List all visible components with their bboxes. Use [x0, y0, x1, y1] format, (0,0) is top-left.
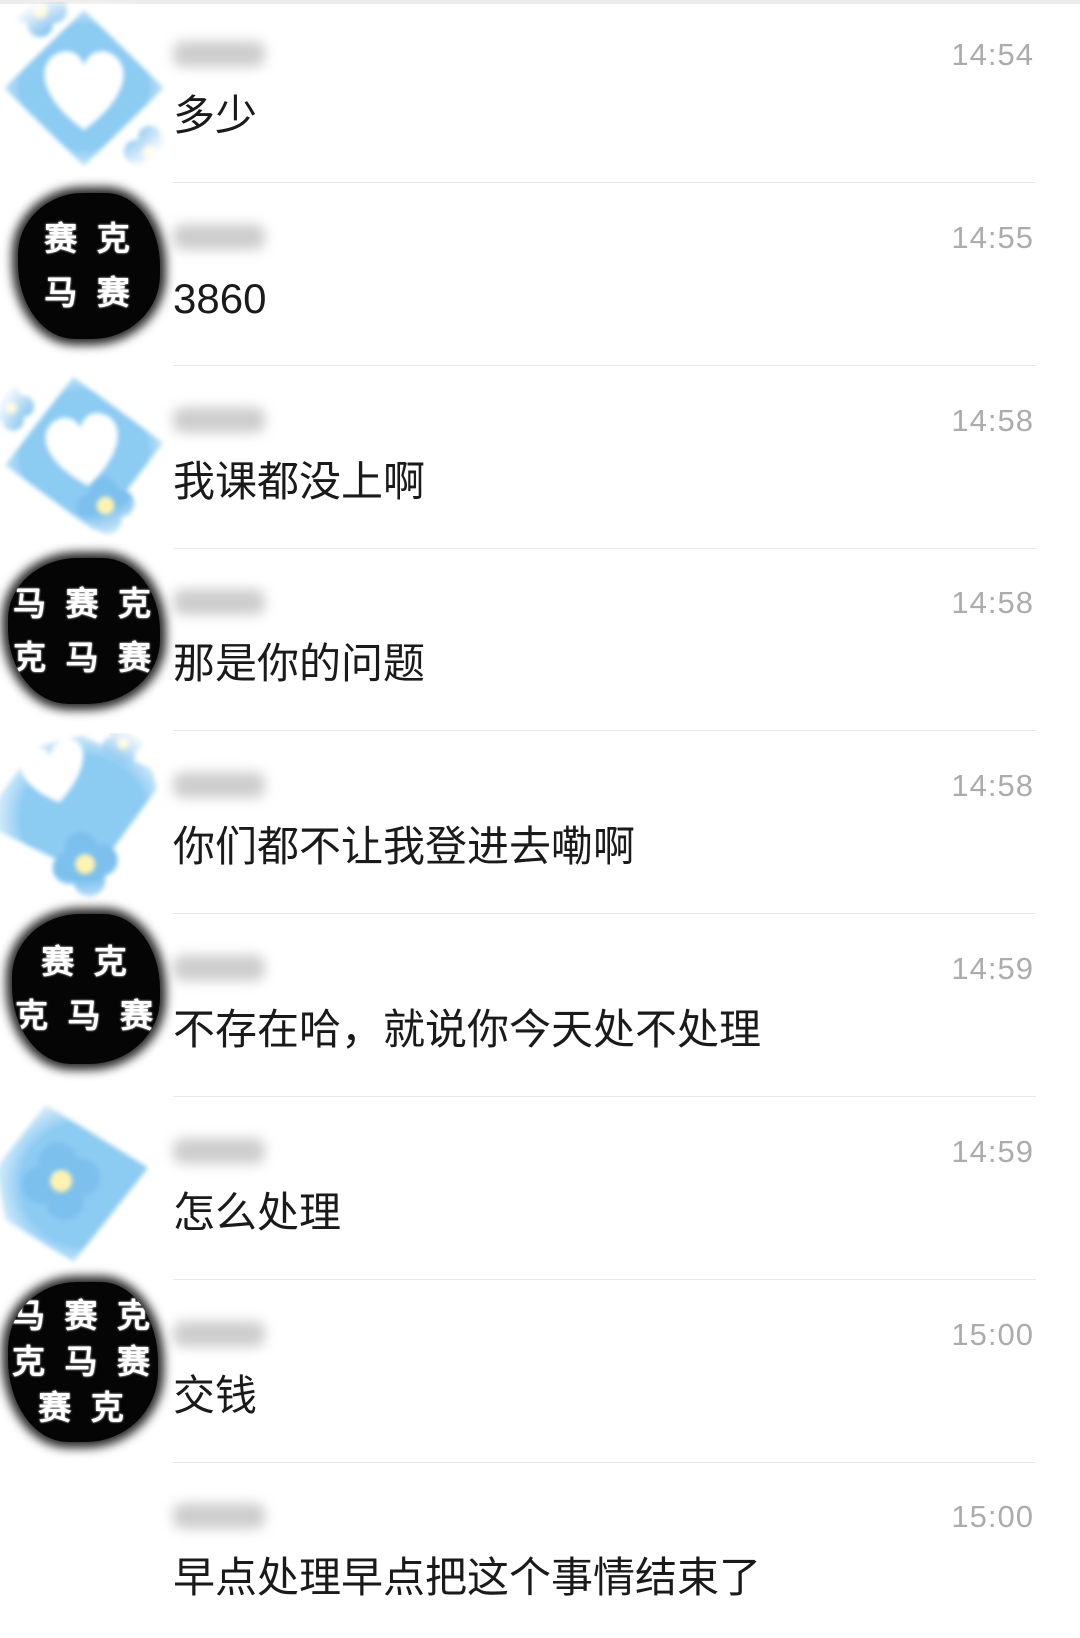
message-text[interactable]: 交钱 [173, 1375, 257, 1417]
avatar[interactable] [0, 1085, 182, 1283]
chat-message-row[interactable]: 14:58 我课都没上啊 [0, 357, 1080, 549]
message-time: 14:58 [951, 768, 1034, 803]
message-time: 14:54 [951, 37, 1034, 72]
sender-name-redacted [173, 1321, 265, 1347]
avatar-lettering: 赛 克 [44, 219, 134, 258]
avatar-lettering: 克 马 赛 [13, 638, 155, 677]
avatar[interactable]: 赛 克 马 赛 [18, 193, 160, 339]
chat-message-row[interactable]: 14:59 怎么处理 [0, 1085, 1080, 1283]
sender-name-redacted [173, 407, 265, 433]
message-text[interactable]: 早点处理早点把这个事情结束了 [173, 1557, 761, 1599]
avatar[interactable]: 马 赛 克 克 马 赛 [8, 558, 160, 704]
message-text[interactable]: 不存在哈，就说你今天处不处理 [173, 1009, 761, 1051]
avatar-lettering: 赛 克 [41, 942, 131, 981]
sender-name-redacted [173, 772, 265, 798]
avatar[interactable] [0, 357, 180, 549]
message-text[interactable]: 3860 [173, 278, 266, 320]
avatar-lettering: 克 马 赛 [12, 1342, 154, 1381]
message-time: 15:00 [951, 1499, 1034, 1534]
message-text[interactable]: 怎么处理 [173, 1192, 341, 1234]
avatar[interactable] [0, 720, 182, 927]
avatar-lettering: 克 马 赛 [15, 996, 157, 1035]
sender-name-redacted [173, 589, 265, 615]
message-time: 14:58 [951, 403, 1034, 438]
message-time: 14:55 [951, 220, 1034, 255]
chat-message-row[interactable]: 赛 克 马 赛 14:55 3860 [0, 183, 1080, 366]
avatar[interactable]: 赛 克 克 马 赛 [12, 914, 160, 1064]
message-time: 14:58 [951, 585, 1034, 620]
message-time: 15:00 [951, 1317, 1034, 1352]
heart-flower-avatar-image [0, 357, 180, 549]
avatar-lettering: 马 赛 [44, 273, 134, 312]
avatar-lettering: 马 赛 克 [13, 584, 155, 623]
sender-name-redacted [173, 955, 265, 981]
avatar-lettering: 马 赛 克 [12, 1296, 154, 1335]
chat-message-row[interactable]: 赛 克 克 马 赛 14:59 不存在哈，就说你今天处不处理 [0, 914, 1080, 1097]
heart-flower-avatar-image [0, 2, 168, 172]
message-time: 14:59 [951, 951, 1034, 986]
avatar[interactable] [0, 2, 168, 172]
message-time: 14:59 [951, 1134, 1034, 1169]
avatar-lettering: 赛 克 [38, 1388, 128, 1427]
sender-name-redacted [173, 1503, 265, 1529]
chat-message-row[interactable]: 14:54 多少 [0, 0, 1080, 183]
heart-flower-avatar-image [0, 720, 182, 927]
chat-message-row[interactable]: 14:58 你们都不让我登进去嘞啊 [0, 720, 1080, 927]
message-text[interactable]: 多少 [173, 95, 257, 137]
message-text[interactable]: 我课都没上啊 [173, 461, 425, 503]
avatar[interactable]: 马 赛 克 克 马 赛 赛 克 [8, 1282, 158, 1442]
chat-message-row[interactable]: 马 赛 克 克 马 赛 赛 克 15:00 交钱 [0, 1280, 1080, 1463]
chat-message-row[interactable]: 15:00 早点处理早点把这个事情结束了 [0, 1462, 1080, 1638]
sender-name-redacted [173, 41, 265, 67]
sender-name-redacted [173, 1138, 265, 1164]
chat-message-row[interactable]: 马 赛 克 克 马 赛 14:58 那是你的问题 [0, 548, 1080, 731]
message-text[interactable]: 你们都不让我登进去嘞啊 [173, 826, 635, 868]
sender-name-redacted [173, 224, 265, 250]
message-text[interactable]: 那是你的问题 [173, 643, 425, 685]
heart-flower-avatar-image [0, 1085, 182, 1283]
